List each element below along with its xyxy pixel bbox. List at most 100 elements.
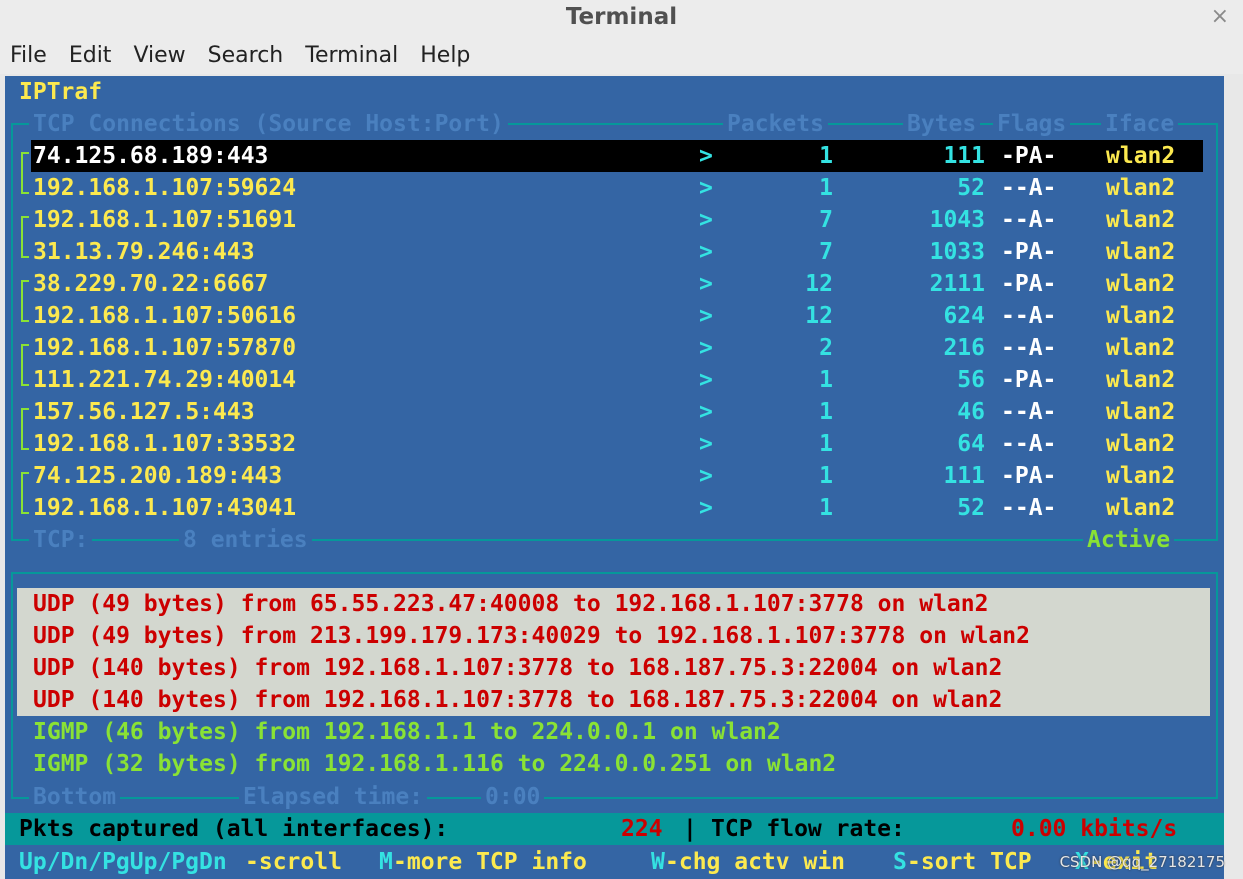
interface-name: wlan2 [1106,495,1176,521]
connection-address: 74.125.200.189:443 [33,463,283,489]
igmp-line[interactable]: IGMP (46 bytes) from 192.168.1.1 to 224.… [33,716,781,748]
direction-indicator: > [699,367,713,393]
tcp-connection-row[interactable]: 157.56.127.5:443 >1 46 --A-wlan2 [31,396,1203,428]
direction-indicator: > [699,495,713,521]
help-text-window: -chg actv win [665,849,846,875]
help-text-sort: -sort TCP [907,849,1032,875]
connection-address: 192.168.1.107:50616 [33,303,297,329]
other-footer-time: 0:00 [481,781,545,813]
tcp-connection-row[interactable]: 111.221.74.29:40014 >1 56 -PA-wlan2 [31,364,1203,396]
connection-pair-bracket [21,408,29,450]
other-box-top-border [11,572,1218,574]
window-title: Terminal [565,4,678,30]
tcp-header-flags: Flags [993,108,1071,140]
menu-search[interactable]: Search [208,43,284,68]
tcp-flags: --A- [1001,399,1057,425]
direction-indicator: > [699,207,713,233]
title-bar: Terminal × [0,0,1243,36]
connection-address: 74.125.68.189:443 [33,143,269,169]
tcp-connection-row[interactable]: 192.168.1.107:57870 >2 216 --A-wlan2 [31,332,1203,364]
menu-view[interactable]: View [133,43,185,68]
direction-indicator: > [699,399,713,425]
udp-line[interactable]: UDP (49 bytes) from 65.55.223.47:40008 t… [33,588,988,620]
tcp-flow-rate-label: TCP flow rate: [711,816,905,842]
connection-address: 192.168.1.107:33532 [33,431,297,457]
connection-address: 31.13.79.246:443 [33,239,255,265]
packet-count: 7 [819,239,833,265]
tcp-flags: --A- [1001,207,1057,233]
menu-edit[interactable]: Edit [69,43,112,68]
packet-count: 1 [819,431,833,457]
udp-line[interactable]: UDP (140 bytes) from 192.168.1.107:3778 … [33,684,1002,716]
packets-captured-value: 224 [621,816,663,842]
byte-count: 1043 [929,207,985,233]
tcp-connection-row[interactable]: 31.13.79.246:443 >7 1033 -PA-wlan2 [31,236,1203,268]
packet-count: 1 [819,143,833,169]
packet-count: 1 [819,399,833,425]
tcp-header-bytes: Bytes [903,108,981,140]
packet-count: 1 [819,175,833,201]
menu-help[interactable]: Help [420,43,470,68]
connection-pair-bracket [21,216,29,258]
menu-terminal[interactable]: Terminal [305,43,398,68]
interface-name: wlan2 [1106,239,1176,265]
help-key-scroll: Up/Dn/PgUp/PgDn [19,849,227,875]
tcp-connection-row[interactable]: 38.229.70.22:6667 >12 2111 -PA-wlan2 [31,268,1203,300]
direction-indicator: > [699,431,713,457]
help-bar: Up/Dn/PgUp/PgDn -scroll M -more TCP info… [5,845,1224,879]
direction-indicator: > [699,463,713,489]
connection-address: 192.168.1.107:51691 [33,207,297,233]
packet-count: 12 [805,271,833,297]
byte-count: 1033 [929,239,985,265]
terminal-screen[interactable]: IPTraf TCP Connections (Source Host:Port… [5,76,1224,879]
connection-pair-bracket [21,152,29,194]
connection-address: 157.56.127.5:443 [33,399,255,425]
tcp-connection-row[interactable]: 74.125.200.189:443 >1 111 -PA-wlan2 [31,460,1203,492]
connection-address: 111.221.74.29:40014 [33,367,297,393]
interface-name: wlan2 [1106,335,1176,361]
interface-name: wlan2 [1106,399,1176,425]
menu-bar: File Edit View Search Terminal Help [0,36,1243,74]
tcp-connection-row[interactable]: 192.168.1.107:33532 >1 64 --A-wlan2 [31,428,1203,460]
tcp-flags: -PA- [1001,271,1057,297]
direction-indicator: > [699,303,713,329]
tcp-footer-entries: 8 entries [179,524,312,556]
tcp-connection-row[interactable]: 192.168.1.107:50616 >12 624 --A-wlan2 [31,300,1203,332]
other-footer-bottom: Bottom [29,781,121,813]
packet-count: 1 [819,463,833,489]
tcp-connection-row[interactable]: 192.168.1.107:51691 >7 1043 --A-wlan2 [31,204,1203,236]
tcp-connection-row[interactable]: 74.125.68.189:443 >1 111 -PA-wlan2 [31,140,1203,172]
byte-count: 56 [957,367,985,393]
byte-count: 2111 [929,271,985,297]
other-box-right-border [1216,572,1218,798]
direction-indicator: > [699,239,713,265]
direction-indicator: > [699,335,713,361]
interface-name: wlan2 [1106,367,1176,393]
interface-name: wlan2 [1106,431,1176,457]
menu-file[interactable]: File [10,43,47,68]
connection-address: 192.168.1.107:57870 [33,335,297,361]
tcp-flags: --A- [1001,303,1057,329]
terminal-scrollbar[interactable] [1224,76,1243,879]
other-box-bottom-border [11,797,1218,799]
tcp-header-connections: TCP Connections (Source Host:Port) [29,108,508,140]
packet-count: 1 [819,495,833,521]
tcp-connection-row[interactable]: 192.168.1.107:43041 >1 52 --A-wlan2 [31,492,1203,524]
udp-line[interactable]: UDP (49 bytes) from 213.199.179.173:4002… [33,620,1030,652]
packets-captured-label: Pkts captured (all interfaces): [19,816,449,842]
help-key-sort: S [893,849,907,875]
tcp-connection-row[interactable]: 192.168.1.107:59624 >1 52 --A-wlan2 [31,172,1203,204]
byte-count: 52 [957,175,985,201]
igmp-line[interactable]: IGMP (32 bytes) from 192.168.1.116 to 22… [33,748,836,780]
tcp-flow-rate-value: 0.00 kbits/s [1011,816,1178,842]
tcp-footer-state: Active [1083,524,1175,556]
packet-count: 2 [819,335,833,361]
watermark-text: CSDN @qq_27182175 [1059,853,1225,871]
close-icon[interactable]: × [1211,4,1229,29]
udp-line[interactable]: UDP (140 bytes) from 192.168.1.107:3778 … [33,652,1002,684]
byte-count: 64 [957,431,985,457]
tcp-box-right-border [1216,123,1218,540]
connection-address: 192.168.1.107:43041 [33,495,297,521]
byte-count: 52 [957,495,985,521]
interface-name: wlan2 [1106,207,1176,233]
